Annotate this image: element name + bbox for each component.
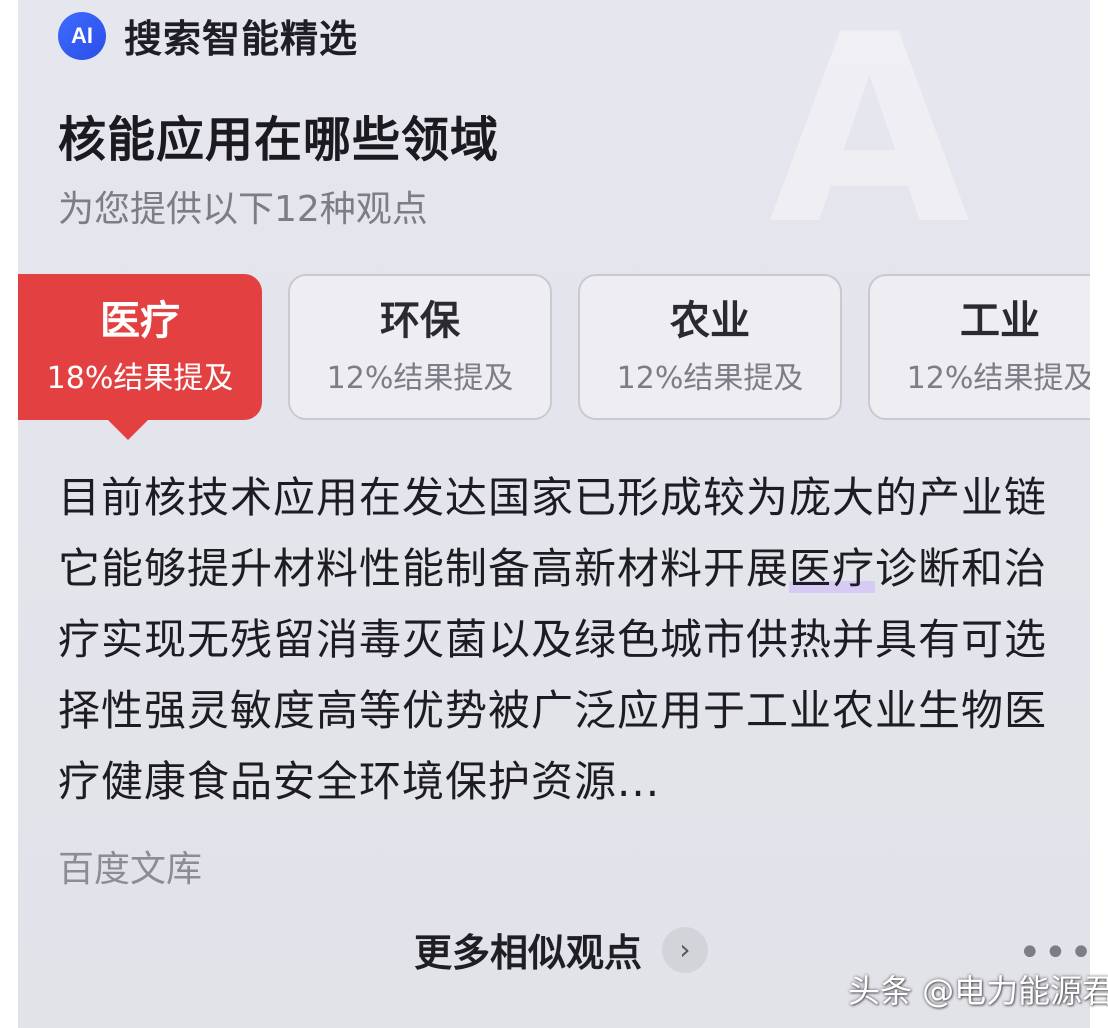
tab-label: 农业 xyxy=(670,298,750,344)
viewpoint-tabs: 医疗 18%结果提及 环保 12%结果提及 农业 12%结果提及 工业 12%结… xyxy=(18,274,1090,440)
subtitle: 为您提供以下12种观点 xyxy=(58,189,428,230)
question-title: 核能应用在哪些领域 xyxy=(58,112,500,168)
chevron-right-icon: › xyxy=(662,926,709,973)
tab-industry[interactable]: 工业 12%结果提及 xyxy=(868,274,1090,420)
tab-percentage: 18%结果提及 xyxy=(46,361,234,396)
highlighted-keyword[interactable]: 医疗 xyxy=(789,544,876,593)
ai-logo-icon: AI xyxy=(58,11,106,60)
tab-medical[interactable]: 医疗 18%结果提及 xyxy=(18,274,262,440)
source-label[interactable]: 百度文库 xyxy=(58,840,202,892)
answer-text: 目前核技术应用在发达国家已形成较为庞大的产业链它能够提升材料性能制备高新材料开展… xyxy=(58,462,1048,817)
tab-label: 环保 xyxy=(380,298,460,344)
tab-label: 医疗 xyxy=(100,298,180,344)
tab-percentage: 12%结果提及 xyxy=(906,361,1090,396)
ai-answer-card: A AI 搜索智能精选 核能应用在哪些领域 为您提供以下12种观点 医疗 18%… xyxy=(18,0,1090,1028)
tab-agriculture[interactable]: 农业 12%结果提及 xyxy=(578,274,842,420)
more-viewpoints-label: 更多相似观点 xyxy=(414,931,643,975)
watermark: 头条 @电力能源君 xyxy=(848,972,1108,1010)
tab-percentage: 12%结果提及 xyxy=(326,361,514,396)
header-title: 搜索智能精选 xyxy=(124,17,359,61)
background-decoration: A xyxy=(768,0,970,282)
card-header: AI 搜索智能精选 xyxy=(58,8,358,63)
tab-percentage: 12%结果提及 xyxy=(616,361,804,396)
tab-label: 工业 xyxy=(960,298,1040,344)
tab-environment[interactable]: 环保 12%结果提及 xyxy=(288,274,552,420)
more-viewpoints-button[interactable]: 更多相似观点 › xyxy=(414,922,709,977)
